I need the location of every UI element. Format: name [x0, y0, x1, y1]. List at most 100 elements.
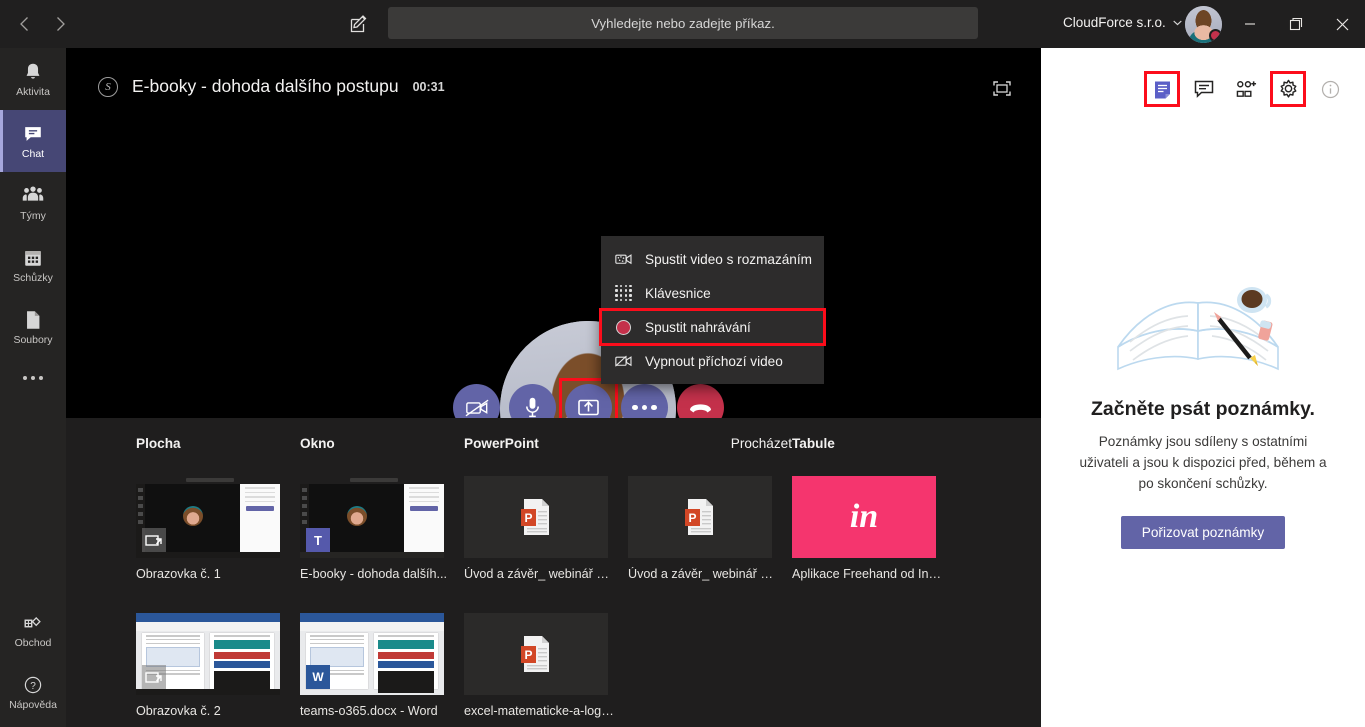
word-icon: W: [306, 665, 330, 689]
powerpoint-file-icon: P: [521, 499, 549, 535]
meeting-panel-toolbar: [1144, 71, 1343, 107]
minimize-button[interactable]: [1227, 0, 1273, 48]
add-people-button[interactable]: [1233, 76, 1259, 102]
sidebar-item-napoveda[interactable]: ? Nápověda: [0, 661, 66, 723]
svg-text:P: P: [524, 648, 532, 662]
app-rail: Aktivita Chat Týmy Schůzky Soubory Obcho…: [0, 48, 66, 727]
settings-button[interactable]: [1270, 71, 1306, 107]
menu-item-label: Spustit nahrávání: [645, 319, 751, 335]
new-chat-button[interactable]: [345, 10, 373, 38]
minimize-icon: [1245, 23, 1255, 25]
share-thumb-screen-2[interactable]: [136, 613, 280, 695]
fullscreen-button[interactable]: [993, 81, 1011, 101]
add-people-icon: [1236, 80, 1256, 97]
hang-up-icon: [690, 404, 711, 413]
share-tray-columns: Plocha Obrazovka č. 1 Obrazovka č. 2 Okn…: [136, 436, 956, 718]
meeting-notes-icon: [1154, 81, 1170, 98]
menu-item-label: Vypnout příchozí video: [645, 353, 783, 369]
sidebar-item-tymy[interactable]: Týmy: [0, 172, 66, 234]
screen-share-icon: [142, 665, 166, 689]
share-column-browse: Procházet P Úvod a závěr_ webinář Ex...: [628, 436, 792, 718]
menu-item-turn-off-incoming-video[interactable]: Vypnout příchozí video: [601, 344, 824, 378]
invision-logo: in: [849, 498, 879, 535]
more-dots-icon: [31, 376, 35, 380]
share-thumb-teams-window[interactable]: T: [300, 476, 444, 558]
teams-window: Vyhledejte nebo zadejte příkaz. CloudFor…: [0, 0, 1365, 727]
powerpoint-file-icon: P: [521, 636, 549, 672]
meeting-title: E-booky - dohoda dalšího postupu: [132, 76, 399, 96]
powerpoint-file-icon: P: [685, 499, 713, 535]
notebook-pencil-coffee-illustration: [1117, 287, 1279, 371]
close-icon: [1336, 18, 1348, 30]
take-notes-button[interactable]: Pořizovat poznámky: [1121, 516, 1285, 549]
take-notes-label: Pořizovat poznámky: [1141, 525, 1265, 540]
search-placeholder: Vyhledejte nebo zadejte příkaz.: [591, 15, 775, 31]
sidebar-item-schuzky[interactable]: Schůzky: [0, 234, 66, 296]
meeting-timer: 00:31: [412, 79, 445, 94]
notes-empty-state: Začněte psát poznámky. Poznámky jsou sdí…: [1041, 258, 1365, 549]
help-icon: ?: [24, 676, 42, 693]
more-dots-icon: [23, 376, 27, 380]
more-apps-button[interactable]: [0, 358, 66, 398]
meeting-header: S E-booky - dohoda dalšího postupu 00:31: [98, 76, 445, 97]
share-thumb-screen-1[interactable]: [136, 476, 280, 558]
bell-icon: [26, 63, 40, 79]
share-thumb-whiteboard[interactable]: in: [792, 476, 936, 558]
compose-icon: [350, 15, 367, 33]
window-buttons: [1227, 0, 1365, 48]
meeting-info-button[interactable]: [1317, 76, 1343, 102]
menu-item-blur-video[interactable]: Spustit video s rozmazáním: [601, 242, 824, 276]
maximize-button[interactable]: [1273, 0, 1319, 48]
blur-video-icon: [615, 252, 632, 266]
close-button[interactable]: [1319, 0, 1365, 48]
notes-illustration: [1041, 258, 1365, 378]
menu-item-start-recording[interactable]: Spustit nahrávání: [599, 308, 826, 346]
share-thumb-label: Obrazovka č. 2: [136, 704, 221, 718]
share-column-window: Okno T E-booky - dohoda dalšíh... W team…: [300, 436, 464, 718]
share-thumb-ppt-2[interactable]: P: [628, 476, 772, 558]
more-dots-icon: [39, 376, 43, 380]
camera-off-icon: [465, 399, 488, 416]
share-thumb-label: excel-matematicke-a-logi...: [464, 704, 614, 718]
menu-item-keyboard[interactable]: Klávesnice: [601, 276, 824, 310]
back-button[interactable]: [8, 8, 40, 40]
share-thumb-label: Obrazovka č. 1: [136, 567, 221, 581]
svg-text:P: P: [688, 511, 696, 525]
column-heading: PowerPoint: [464, 436, 539, 451]
sidebar-item-obchod[interactable]: Obchod: [0, 599, 66, 661]
sidebar-item-label: Chat: [21, 147, 45, 160]
share-thumb-ppt-1[interactable]: P: [464, 476, 608, 558]
org-switcher[interactable]: CloudForce s.r.o.: [1063, 15, 1182, 30]
svg-text:P: P: [524, 511, 532, 525]
user-avatar[interactable]: [1185, 6, 1222, 43]
chevron-right-icon: [56, 17, 65, 31]
browse-link[interactable]: Procházet: [628, 436, 792, 456]
more-actions-menu: Spustit video s rozmazáním Klávesnice Sp…: [599, 236, 826, 384]
chevron-left-icon: [19, 17, 28, 31]
share-screen-icon: [578, 399, 599, 416]
share-thumb-word-window[interactable]: W: [300, 613, 444, 695]
navigation-arrows: [8, 8, 76, 40]
meeting-chat-button[interactable]: [1191, 76, 1217, 102]
sidebar-item-soubory[interactable]: Soubory: [0, 296, 66, 358]
share-thumb-ppt-3[interactable]: P: [464, 613, 608, 695]
sidebar-item-aktivita[interactable]: Aktivita: [0, 48, 66, 110]
incoming-video-off-icon: [615, 354, 632, 368]
share-tray: Plocha Obrazovka č. 1 Obrazovka č. 2 Okn…: [66, 418, 1041, 727]
share-column-desktop: Plocha Obrazovka č. 1 Obrazovka č. 2: [136, 436, 300, 718]
meeting-notes-button[interactable]: [1144, 71, 1180, 107]
share-thumb-label: E-booky - dohoda dalšíh...: [300, 567, 448, 581]
share-thumb-label: Aplikace Freehand od InVis: [792, 567, 942, 581]
sidebar-item-label: Soubory: [13, 333, 53, 346]
share-thumb-label: teams-o365.docx - Word: [300, 704, 438, 718]
column-heading: Plocha: [136, 436, 181, 451]
search-input[interactable]: Vyhledejte nebo zadejte příkaz.: [388, 7, 978, 39]
dialpad-icon: [615, 284, 632, 302]
presence-badge: [1209, 29, 1222, 42]
calendar-icon: [25, 250, 41, 266]
meeting-stage: S E-booky - dohoda dalšího postupu 00:31: [66, 48, 1041, 497]
sidebar-item-chat[interactable]: Chat: [0, 110, 66, 172]
title-bar: Vyhledejte nebo zadejte příkaz. CloudFor…: [0, 0, 1365, 48]
notes-title: Začněte psát poznámky.: [1091, 398, 1315, 420]
forward-button[interactable]: [44, 8, 76, 40]
